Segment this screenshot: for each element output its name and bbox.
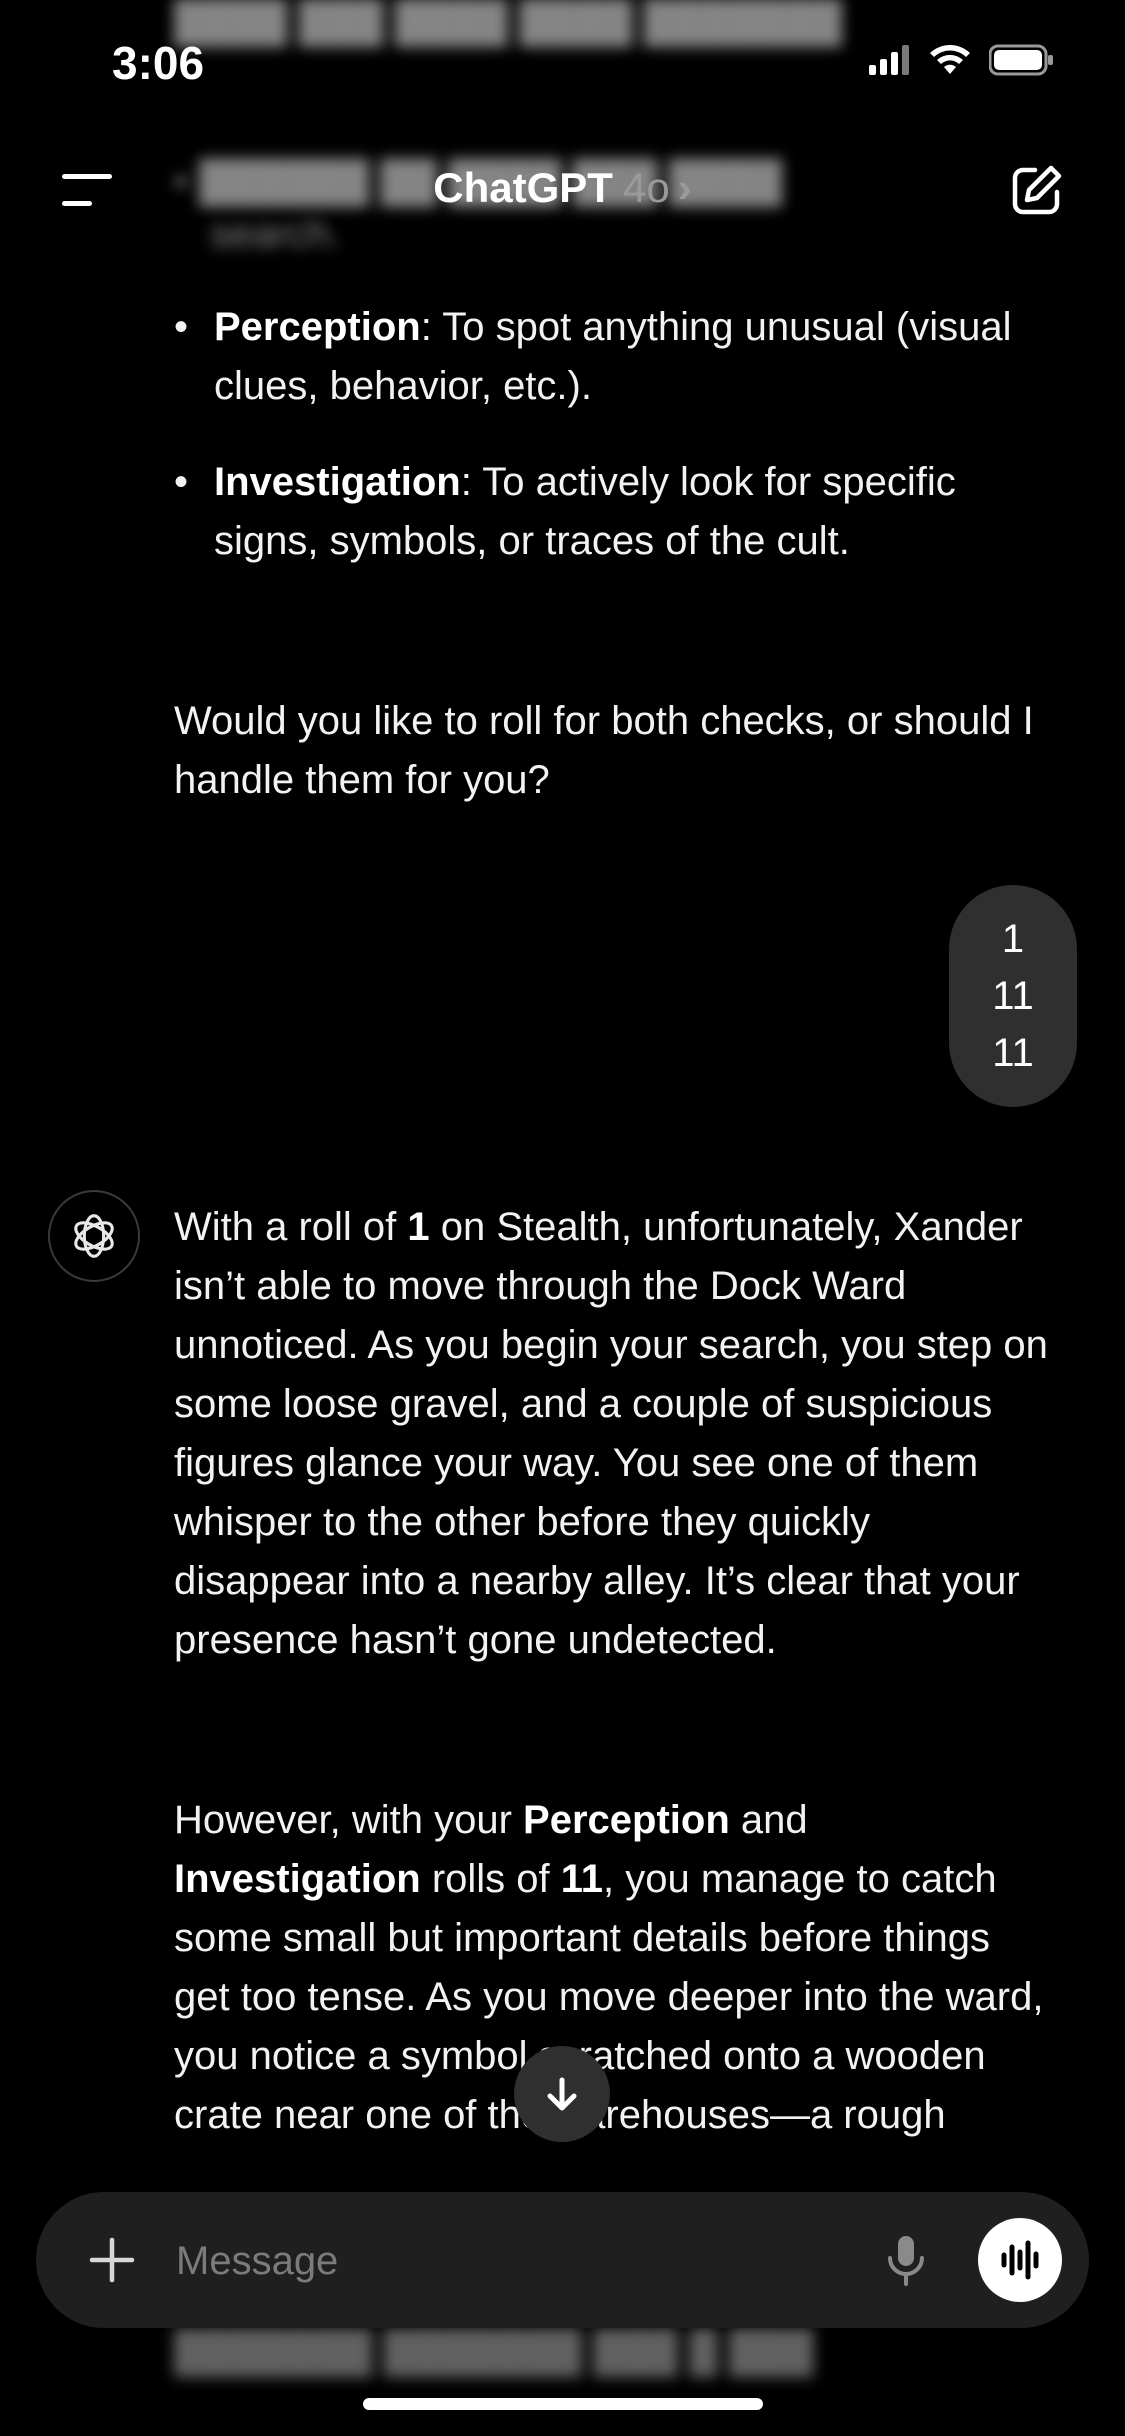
stealth-roll: 1 bbox=[407, 1205, 430, 1249]
home-indicator bbox=[363, 2398, 763, 2410]
model-selector[interactable]: ChatGPT 4o › bbox=[0, 164, 1125, 212]
assistant-reply-paragraph-2: However, with your Perception and Invest… bbox=[174, 1791, 1054, 2141]
skill-name: Investigation bbox=[174, 1857, 421, 1901]
nav-bar: ChatGPT 4o › bbox=[0, 140, 1125, 240]
message-input[interactable] bbox=[174, 2222, 878, 2300]
voice-mode-button[interactable] bbox=[978, 2218, 1062, 2302]
status-icons bbox=[869, 44, 1055, 76]
message-composer bbox=[36, 2192, 1089, 2328]
voice-waveform-icon bbox=[1001, 2240, 1039, 2280]
model-name: 4o bbox=[622, 164, 670, 211]
reply-text: rolls of bbox=[420, 1857, 561, 1901]
list-item: Perception: To spot anything unusual (vi… bbox=[174, 298, 1054, 416]
blurred-text-top: ████ ███ ████ ████ ███████ bbox=[174, 0, 842, 44]
compose-icon[interactable] bbox=[1009, 162, 1065, 218]
user-message-line: 11 bbox=[992, 973, 1034, 1018]
reply-text: on Stealth, unfortunately, Xander isn’t … bbox=[174, 1205, 1048, 1662]
wifi-icon bbox=[930, 45, 970, 74]
blurred-text-bottom: ███████ ███████ ███ █ ███ bbox=[174, 2330, 814, 2374]
user-message-line: 11 bbox=[992, 1030, 1034, 1075]
user-message-line: 1 bbox=[1001, 916, 1025, 961]
assistant-reply-paragraph-1: With a roll of 1 on Stealth, unfortunate… bbox=[174, 1198, 1054, 1670]
list-item: Investigation: To actively look for spec… bbox=[174, 453, 1054, 571]
reply-text: However, with your bbox=[174, 1798, 524, 1842]
chatgpt-logo-icon bbox=[48, 1190, 140, 1282]
microphone-icon[interactable] bbox=[876, 2230, 936, 2290]
signal-icon bbox=[869, 45, 909, 75]
user-message-bubble: 1 11 11 bbox=[949, 885, 1077, 1107]
assistant-question: Would you like to roll for both checks, … bbox=[174, 699, 1034, 802]
scroll-to-bottom-button[interactable] bbox=[514, 2046, 610, 2142]
bullet-list: Perception: To spot anything unusual (vi… bbox=[174, 298, 1054, 608]
reply-text: With a roll of bbox=[174, 1205, 408, 1249]
reply-text: and bbox=[729, 1798, 808, 1842]
app-title: ChatGPT bbox=[433, 164, 613, 211]
bullet-term: Investigation bbox=[214, 460, 461, 504]
chevron-right-icon: › bbox=[677, 164, 692, 211]
bullet-term: Perception bbox=[214, 305, 421, 349]
arrow-down-icon bbox=[547, 2077, 577, 2111]
skill-roll: 11 bbox=[560, 1857, 604, 1901]
plus-icon[interactable] bbox=[84, 2232, 140, 2288]
skill-name: Perception bbox=[523, 1798, 730, 1842]
battery-icon bbox=[989, 44, 1053, 76]
